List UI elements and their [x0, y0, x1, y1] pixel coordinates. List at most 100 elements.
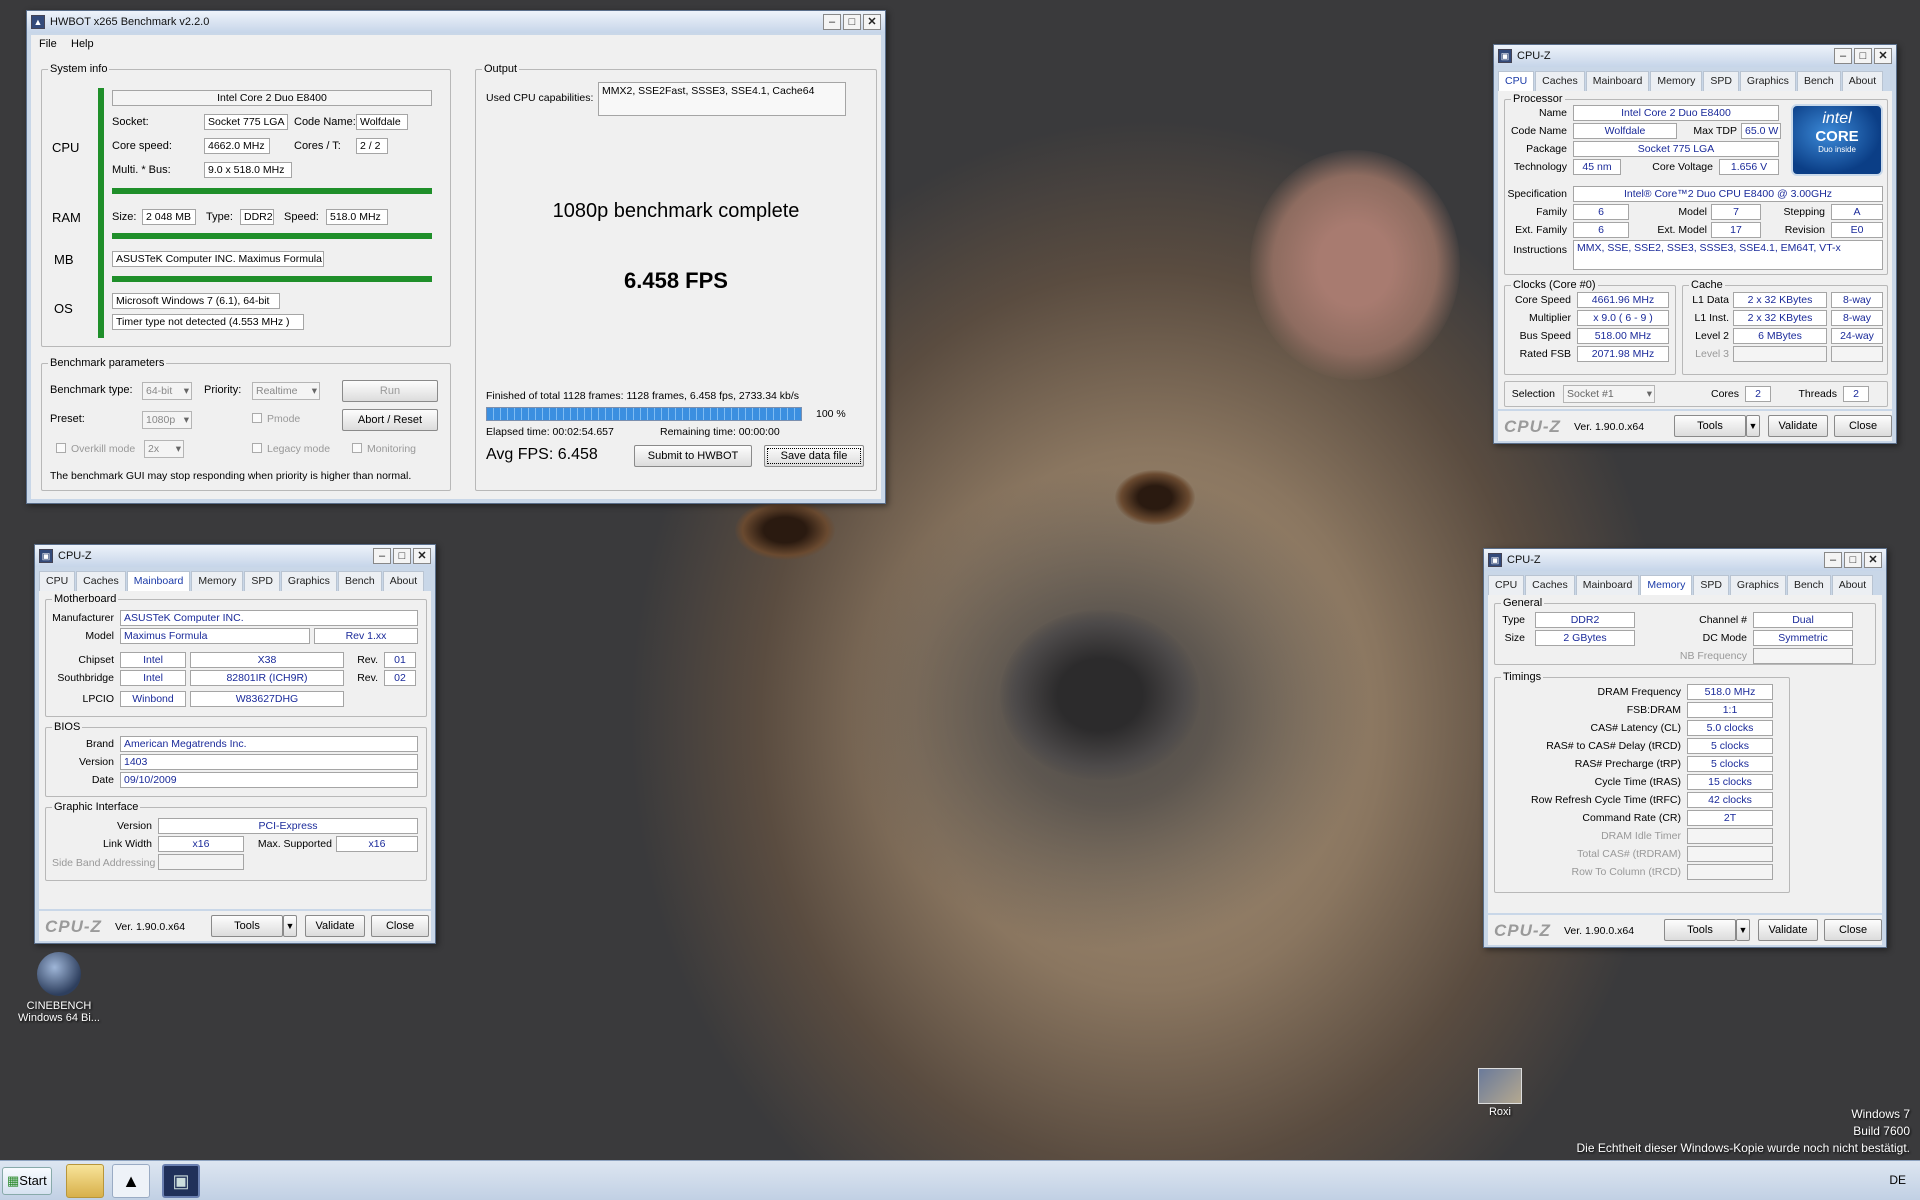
channel-field: Dual	[1753, 612, 1853, 628]
tab-mainboard[interactable]: Mainboard	[1585, 71, 1650, 91]
validate-button[interactable]: Validate	[1768, 415, 1828, 437]
instructions-label: Instructions	[1513, 244, 1567, 256]
menu-file[interactable]: File	[39, 38, 57, 50]
processor-group: Processor Name Intel Core 2 Duo E8400 Co…	[1504, 93, 1888, 275]
monitoring-checkbox[interactable]: Monitoring	[352, 443, 416, 455]
tab-caches[interactable]: Caches	[1525, 575, 1575, 595]
menubar: File Help	[31, 35, 881, 53]
minimize-icon[interactable]: –	[373, 548, 391, 564]
gi-version-label: Version	[116, 820, 152, 832]
tab-bench[interactable]: Bench	[337, 571, 382, 591]
tab-graphics[interactable]: Graphics	[1739, 71, 1796, 91]
model-label: Model	[85, 630, 114, 642]
tab-spd[interactable]: SPD	[1703, 71, 1739, 91]
tab-caches[interactable]: Caches	[76, 571, 126, 591]
name-label: Name	[1538, 107, 1567, 119]
close-icon[interactable]: ✕	[863, 14, 881, 30]
selection-select[interactable]: Socket #1	[1563, 385, 1655, 403]
tools-dropdown-icon[interactable]: ▼	[1746, 415, 1760, 437]
close-button[interactable]: Close	[1834, 415, 1892, 437]
multiplier-label: Multiplier	[1528, 312, 1571, 324]
tab-about[interactable]: About	[382, 571, 425, 591]
maximize-icon[interactable]: □	[1844, 552, 1862, 568]
tools-button[interactable]: Tools	[211, 915, 283, 937]
tools-button[interactable]: Tools	[1674, 415, 1746, 437]
tab-graphics[interactable]: Graphics	[1729, 575, 1786, 595]
progress-bar	[486, 407, 802, 421]
overkill-checkbox[interactable]: Overkill mode	[56, 443, 135, 455]
maximize-icon[interactable]: □	[393, 548, 411, 564]
tab-mainboard[interactable]: Mainboard	[126, 571, 191, 591]
tools-dropdown-icon[interactable]: ▼	[1736, 919, 1750, 941]
cpuz-taskbar-icon[interactable]: ▣	[162, 1164, 200, 1198]
cpuz-memory-window: ▣ CPU-Z – □ ✕ CPU Caches Mainboard Memor…	[1483, 548, 1887, 948]
tab-spd[interactable]: SPD	[1693, 575, 1729, 595]
tools-button[interactable]: Tools	[1664, 919, 1736, 941]
tab-bench[interactable]: Bench	[1786, 575, 1831, 595]
overkill-select[interactable]: 2x	[144, 440, 184, 458]
minimize-icon[interactable]: –	[1834, 48, 1852, 64]
finished-text: Finished of total 1128 frames: 1128 fram…	[486, 390, 800, 402]
pmode-checkbox[interactable]: Pmode	[252, 413, 300, 425]
close-button[interactable]: Close	[371, 915, 429, 937]
channel-label: Channel #	[1699, 614, 1747, 626]
extmodel-label: Ext. Model	[1657, 224, 1707, 236]
tab-caches[interactable]: Caches	[1535, 71, 1585, 91]
southbridge-rev-field: 02	[384, 670, 416, 686]
preset-select[interactable]: 1080p	[142, 411, 192, 429]
close-icon[interactable]: ✕	[1874, 48, 1892, 64]
brand-field: American Megatrends Inc.	[120, 736, 418, 752]
tools-dropdown-icon[interactable]: ▼	[283, 915, 297, 937]
maximize-icon[interactable]: □	[1854, 48, 1872, 64]
save-data-button[interactable]: Save data file	[764, 445, 864, 467]
abort-reset-button[interactable]: Abort / Reset	[342, 409, 438, 431]
maximize-icon[interactable]: □	[843, 14, 861, 30]
tab-about[interactable]: About	[1841, 71, 1884, 91]
tab-cpu[interactable]: CPU	[1498, 71, 1535, 91]
priority-select[interactable]: Realtime	[252, 382, 320, 400]
tab-cpu[interactable]: CPU	[1488, 575, 1525, 595]
hwbot-titlebar[interactable]: ▲ HWBOT x265 Benchmark v2.2.0 – □ ✕	[27, 11, 885, 33]
cpuz-logo: CPU-Z	[1494, 921, 1551, 940]
language-indicator[interactable]: DE	[1889, 1173, 1906, 1187]
tab-spd[interactable]: SPD	[244, 571, 280, 591]
group-label: Benchmark parameters	[48, 357, 167, 369]
bench-type-select[interactable]: 64-bit	[142, 382, 192, 400]
cpuz-titlebar[interactable]: ▣ CPU-Z – □ ✕	[35, 545, 435, 567]
tab-about[interactable]: About	[1831, 575, 1874, 595]
cinebench-desktop-icon[interactable]: CINEBENCH Windows 64 Bi...	[14, 952, 104, 1024]
cinebench-icon	[37, 952, 81, 996]
explorer-taskbar-icon[interactable]	[66, 1164, 104, 1198]
run-button[interactable]: Run	[342, 380, 438, 402]
minimize-icon[interactable]: –	[823, 14, 841, 30]
submit-hwbot-button[interactable]: Submit to HWBOT	[634, 445, 752, 467]
cpuz-titlebar[interactable]: ▣ CPU-Z – □ ✕	[1484, 549, 1886, 571]
tab-bench[interactable]: Bench	[1796, 71, 1841, 91]
start-button[interactable]: ▦Start	[2, 1167, 52, 1195]
tab-mainboard[interactable]: Mainboard	[1575, 575, 1640, 595]
minimize-icon[interactable]: –	[1824, 552, 1842, 568]
legacy-checkbox[interactable]: Legacy mode	[252, 443, 330, 455]
tab-memory[interactable]: Memory	[1650, 71, 1703, 91]
validate-button[interactable]: Validate	[1758, 919, 1818, 941]
close-button[interactable]: Close	[1824, 919, 1882, 941]
manufacturer-label: Manufacturer	[52, 612, 114, 624]
roxi-desktop-icon[interactable]: Roxi	[1470, 1068, 1530, 1118]
close-icon[interactable]: ✕	[1864, 552, 1882, 568]
cpuz-titlebar[interactable]: ▣ CPU-Z – □ ✕	[1494, 45, 1896, 67]
tab-memory[interactable]: Memory	[191, 571, 244, 591]
windows-version-text: Windows 7	[1851, 1107, 1910, 1121]
validate-button[interactable]: Validate	[305, 915, 365, 937]
cpuz-logo: CPU-Z	[1504, 417, 1561, 436]
close-icon[interactable]: ✕	[413, 548, 431, 564]
tab-graphics[interactable]: Graphics	[280, 571, 337, 591]
tab-memory[interactable]: Memory	[1640, 575, 1693, 595]
timing-value: 15 clocks	[1687, 774, 1773, 790]
timing-label: Row Refresh Cycle Time (tRFC)	[1531, 794, 1681, 806]
hwbot-taskbar-icon[interactable]: ▲	[112, 1164, 150, 1198]
menu-help[interactable]: Help	[71, 38, 94, 50]
bios-date-label: Date	[91, 774, 114, 786]
cpuz-mainboard-window: ▣ CPU-Z – □ ✕ CPU Caches Mainboard Memor…	[34, 544, 436, 944]
remaining-time: Remaining time: 00:00:00	[660, 426, 780, 438]
tab-cpu[interactable]: CPU	[39, 571, 76, 591]
